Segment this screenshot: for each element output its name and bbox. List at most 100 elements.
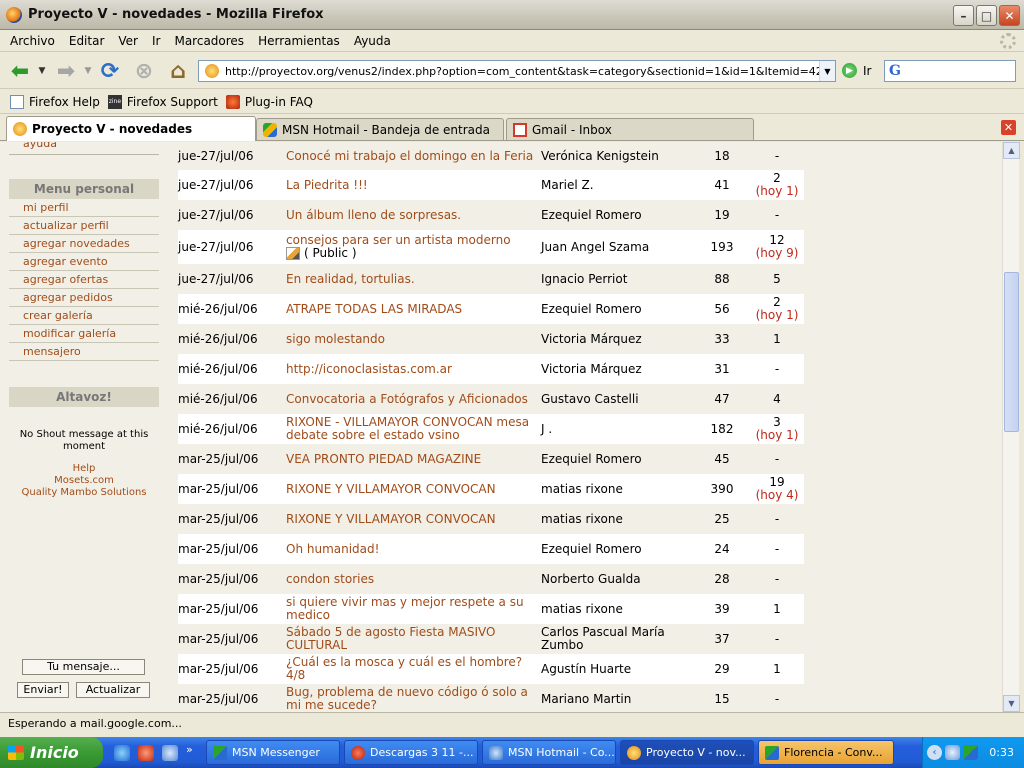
bookmark-label: Firefox Help [29,94,100,109]
row-author: Juan Angel Szama [541,239,650,254]
scroll-down-icon[interactable]: ▼ [1003,695,1020,712]
sidebar-item-agregar-pedidos[interactable]: agregar pedidos [9,289,159,307]
row-author: Victoria Márquez [541,331,642,346]
go-arrow-icon: ▶ [842,63,857,78]
row-author: Ezequiel Romero [541,301,642,316]
scrollbar-thumb[interactable] [1004,272,1019,432]
mosets-link[interactable]: Mosets.com [9,475,159,487]
network-icon[interactable] [945,745,960,760]
row-title-link[interactable]: Oh humanidad! [286,534,540,564]
row-title-link[interactable]: Un álbum lleno de sorpresas. [286,200,540,230]
row-title-link[interactable]: En realidad, tortulias. [286,264,540,294]
your-message-input[interactable]: Tu mensaje... [22,659,145,675]
sidebar-item-cut[interactable]: ayuda [9,142,159,152]
url-text[interactable]: http://proyectov.org/venus2/index.php?op… [225,65,820,78]
menu-ver[interactable]: Ver [118,34,138,48]
replies-today: (hoy 1) [755,428,799,442]
url-history-dropdown[interactable]: ▼ [819,61,835,81]
app-quicklaunch-icon[interactable] [138,745,154,761]
sidebar-item-crear-galeria[interactable]: crear galería [9,307,159,325]
tray-expand-icon[interactable]: ‹ [927,745,942,760]
msn-tray-icon[interactable] [963,745,978,760]
forward-button[interactable]: ➡ [52,57,80,85]
vertical-scrollbar[interactable]: ▲ ▼ [1002,142,1020,712]
row-title-link[interactable]: RIXONE Y VILLAMAYOR CONVOCAN [286,474,540,504]
row-title-link[interactable]: condon stories [286,564,540,594]
taskbar-item-label: Proyecto V - nov... [646,746,746,759]
back-button[interactable]: ⬅ [6,57,34,85]
row-title-link[interactable]: Convocatoria a Fotógrafos y Aficionados [286,384,540,414]
taskbar-item-proyecto-v[interactable]: Proyecto V - nov... [620,740,754,765]
table-row: mar-25/jul/06 VEA PRONTO PIEDAD MAGAZINE… [178,444,804,474]
row-author: Mariano Martin [541,691,632,706]
reload-button[interactable]: ⟳ [96,57,124,85]
row-title-link[interactable]: Conocé mi trabajo el domingo en la Feria [286,142,540,170]
bookmark-plugin-faq[interactable]: Plug-in FAQ [225,94,313,109]
row-title-link[interactable]: sigo molestando [286,324,540,354]
row-title-link[interactable]: RIXONE Y VILLAMAYOR CONVOCAN [286,504,540,534]
row-title-link[interactable]: http://iconoclasistas.com.ar [286,354,540,384]
menu-archivo[interactable]: Archivo [10,34,55,48]
maximize-button[interactable]: □ [976,5,997,26]
sidebar-item-mi-perfil[interactable]: mi perfil [9,199,159,217]
google-search-engine-icon[interactable]: G [889,63,901,79]
close-window-button[interactable]: ✕ [999,5,1020,26]
row-author: Agustín Huarte [541,661,632,676]
sidebar-item-agregar-evento[interactable]: agregar evento [9,253,159,271]
replies-count: 1 [773,661,781,676]
send-button[interactable]: Enviar! [17,682,69,698]
taskbar-item-msn-hotmail[interactable]: MSN Hotmail - Co... [482,740,616,765]
row-hits: 41 [714,178,730,192]
minimize-button[interactable]: – [953,5,974,26]
quality-mambo-link[interactable]: Quality Mambo Solutions [9,487,159,499]
menu-editar[interactable]: Editar [69,34,105,48]
quicklaunch-overflow-icon[interactable]: » [186,743,193,756]
menu-ayuda[interactable]: Ayuda [354,34,391,48]
row-title-link[interactable]: La Piedrita !!! [286,170,540,200]
row-title-link[interactable]: VEA PRONTO PIEDAD MAGAZINE [286,444,540,474]
tab-msn-hotmail[interactable]: MSN Hotmail - Bandeja de entrada [256,118,504,140]
search-input[interactable]: G [884,60,1016,82]
tab-gmail[interactable]: Gmail - Inbox [506,118,754,140]
forward-history-dropdown[interactable]: ▼ [82,57,94,85]
row-title-link[interactable]: Bug, problema de nuevo código ó solo a m… [286,684,540,712]
sidebar-item-agregar-ofertas[interactable]: agregar ofertas [9,271,159,289]
update-button[interactable]: Actualizar [76,682,150,698]
sidebar-item-modificar-galeria[interactable]: modificar galería [9,325,159,343]
row-replies: 4 [748,384,806,414]
menu-herramientas[interactable]: Herramientas [258,34,340,48]
shout-help-link[interactable]: Help [9,463,159,475]
stop-button[interactable]: ⊗ [130,57,158,85]
ie-quicklaunch-icon[interactable] [114,745,130,761]
taskbar-item-msn-messenger[interactable]: MSN Messenger [206,740,340,765]
home-button[interactable]: ⌂ [164,57,192,85]
bookmark-firefox-help[interactable]: Firefox Help [10,94,100,109]
row-date: mar-25/jul/06 [178,632,259,646]
row-title-link[interactable]: si quiere vivir mas y mejor respete a su… [286,594,540,624]
back-history-dropdown[interactable]: ▼ [36,57,48,85]
row-title-link[interactable]: RIXONE - VILLAMAYOR CONVOCAN mesa debate… [286,414,540,444]
news-table: jue-27/jul/06 Conocé mi trabajo el domin… [178,142,804,712]
row-title-link[interactable]: Sábado 5 de agosto Fiesta MASIVO CULTURA… [286,624,540,654]
menu-ir[interactable]: Ir [152,34,160,48]
close-tab-button[interactable]: ✕ [1001,120,1016,135]
row-title-link[interactable]: ATRAPE TODAS LAS MIRADAS [286,294,540,324]
start-button[interactable]: Inicio [0,737,103,768]
taskbar-item-descargas[interactable]: Descargas 3 11 -... [344,740,478,765]
sidebar-item-actualizar-perfil[interactable]: actualizar perfil [9,217,159,235]
sidebar-item-mensajero[interactable]: mensajero [9,343,159,361]
row-hits: 182 [710,422,734,436]
throbber-icon [1000,33,1016,49]
row-title-link[interactable]: ¿Cuál es la mosca y cuál es el hombre? 4… [286,654,540,684]
go-button[interactable]: ▶ Ir [842,63,871,78]
taskbar-item-florencia[interactable]: Florencia - Conv... [758,740,894,765]
taskbar-item-label: MSN Hotmail - Co... [508,746,615,759]
table-row: mar-25/jul/06 RIXONE Y VILLAMAYOR CONVOC… [178,504,804,534]
explorer-quicklaunch-icon[interactable] [162,745,178,761]
menu-marcadores[interactable]: Marcadores [174,34,244,48]
sidebar-item-agregar-novedades[interactable]: agregar novedades [9,235,159,253]
bookmark-firefox-support[interactable]: zine Firefox Support [107,94,218,109]
url-bar[interactable]: http://proyectov.org/venus2/index.php?op… [198,60,836,82]
tab-proyecto-v[interactable]: Proyecto V - novedades [6,116,256,141]
scroll-up-icon[interactable]: ▲ [1003,142,1020,159]
